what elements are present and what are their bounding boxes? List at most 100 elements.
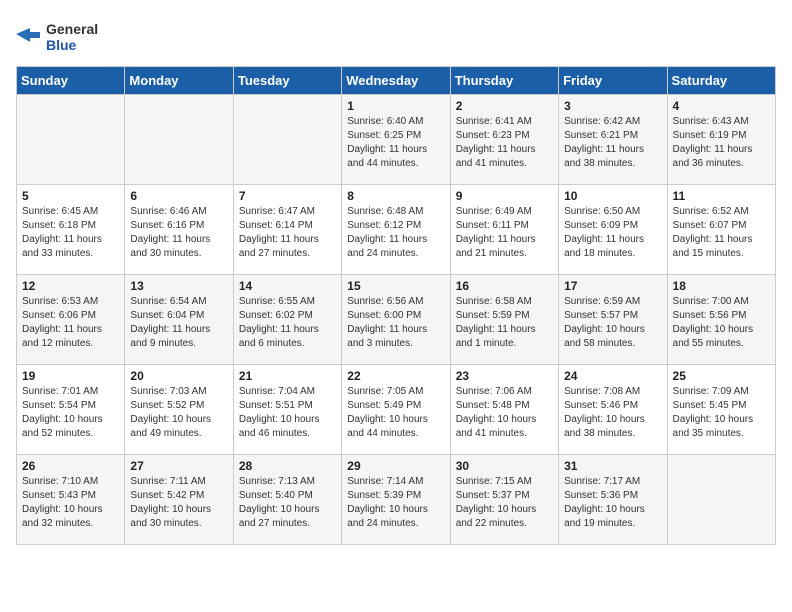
calendar-cell bbox=[233, 95, 341, 185]
day-number: 16 bbox=[456, 279, 553, 293]
calendar-cell: 14Sunrise: 6:55 AM Sunset: 6:02 PM Dayli… bbox=[233, 275, 341, 365]
calendar-cell: 26 Sunrise: 7:10 AM Sunset: 5:43 PM Dayli… bbox=[17, 455, 125, 545]
calendar-cell: 27 Sunrise: 7:11 AM Sunset: 5:42 PM Dayli… bbox=[125, 455, 233, 545]
day-info: Sunrise: 6:59 AM Sunset: 5:57 PM Dayligh… bbox=[564, 295, 661, 351]
svg-text:Blue: Blue bbox=[46, 37, 77, 53]
day-number: 23 bbox=[456, 369, 553, 383]
day-number: 5 bbox=[22, 189, 119, 203]
day-number: 2 bbox=[456, 99, 553, 113]
day-info: Sunrise: 7:08 AM Sunset: 5:46 PM Dayligh… bbox=[564, 385, 661, 441]
day-info: Sunrise: 6:41 AM Sunset: 6:23 PM Dayligh… bbox=[456, 115, 553, 171]
calendar-cell: 10 Sunrise: 6:50 AM Sunset: 6:09 PM Dayli… bbox=[559, 185, 667, 275]
day-number: 1 bbox=[347, 99, 444, 113]
day-info: Sunrise: 6:53 AM Sunset: 6:06 PM Dayligh… bbox=[22, 295, 119, 351]
day-number: 29 bbox=[347, 459, 444, 473]
weekday-header-tuesday: Tuesday bbox=[233, 67, 341, 95]
day-number: 25 bbox=[673, 369, 770, 383]
calendar-cell: 17 Sunrise: 6:59 AM Sunset: 5:57 PM Dayli… bbox=[559, 275, 667, 365]
day-info: Sunrise: 7:00 AM Sunset: 5:56 PM Dayligh… bbox=[673, 295, 770, 351]
day-number: 17 bbox=[564, 279, 661, 293]
day-info: Sunrise: 7:05 AM Sunset: 5:49 PM Dayligh… bbox=[347, 385, 444, 441]
day-info: Sunrise: 6:47 AM Sunset: 6:14 PM Dayligh… bbox=[239, 205, 336, 261]
day-number: 26 bbox=[22, 459, 119, 473]
calendar-cell: 11Sunrise: 6:52 AM Sunset: 6:07 PM Dayli… bbox=[667, 185, 775, 275]
weekday-header-friday: Friday bbox=[559, 67, 667, 95]
weekday-header-thursday: Thursday bbox=[450, 67, 558, 95]
day-number: 18 bbox=[673, 279, 770, 293]
day-number: 8 bbox=[347, 189, 444, 203]
calendar-cell: 24 Sunrise: 7:08 AM Sunset: 5:46 PM Dayli… bbox=[559, 365, 667, 455]
day-info: Sunrise: 6:40 AM Sunset: 6:25 PM Dayligh… bbox=[347, 115, 444, 171]
day-number: 28 bbox=[239, 459, 336, 473]
calendar-cell: 3 Sunrise: 6:42 AM Sunset: 6:21 PM Daylig… bbox=[559, 95, 667, 185]
day-info: Sunrise: 6:46 AM Sunset: 6:16 PM Dayligh… bbox=[130, 205, 227, 261]
day-info: Sunrise: 7:01 AM Sunset: 5:54 PM Dayligh… bbox=[22, 385, 119, 441]
day-info: Sunrise: 6:43 AM Sunset: 6:19 PM Dayligh… bbox=[673, 115, 770, 171]
day-info: Sunrise: 6:50 AM Sunset: 6:09 PM Dayligh… bbox=[564, 205, 661, 261]
weekday-header-monday: Monday bbox=[125, 67, 233, 95]
day-number: 31 bbox=[564, 459, 661, 473]
day-info: Sunrise: 7:14 AM Sunset: 5:39 PM Dayligh… bbox=[347, 475, 444, 531]
day-info: Sunrise: 7:10 AM Sunset: 5:43 PM Dayligh… bbox=[22, 475, 119, 531]
calendar-cell: 29 Sunrise: 7:14 AM Sunset: 5:39 PM Dayli… bbox=[342, 455, 450, 545]
day-number: 24 bbox=[564, 369, 661, 383]
day-number: 10 bbox=[564, 189, 661, 203]
calendar-cell: 18 Sunrise: 7:00 AM Sunset: 5:56 PM Dayli… bbox=[667, 275, 775, 365]
day-number: 27 bbox=[130, 459, 227, 473]
calendar-cell: 19Sunrise: 7:01 AM Sunset: 5:54 PM Dayli… bbox=[17, 365, 125, 455]
day-number: 15 bbox=[347, 279, 444, 293]
calendar-cell: 13 Sunrise: 6:54 AM Sunset: 6:04 PM Dayli… bbox=[125, 275, 233, 365]
day-info: Sunrise: 7:11 AM Sunset: 5:42 PM Dayligh… bbox=[130, 475, 227, 531]
weekday-header-saturday: Saturday bbox=[667, 67, 775, 95]
day-info: Sunrise: 7:04 AM Sunset: 5:51 PM Dayligh… bbox=[239, 385, 336, 441]
calendar-cell: 8Sunrise: 6:48 AM Sunset: 6:12 PM Daylig… bbox=[342, 185, 450, 275]
day-number: 3 bbox=[564, 99, 661, 113]
day-info: Sunrise: 6:56 AM Sunset: 6:00 PM Dayligh… bbox=[347, 295, 444, 351]
logo: GeneralBlue bbox=[16, 16, 106, 54]
day-number: 7 bbox=[239, 189, 336, 203]
calendar-cell: 22 Sunrise: 7:05 AM Sunset: 5:49 PM Dayli… bbox=[342, 365, 450, 455]
day-number: 11 bbox=[673, 189, 770, 203]
day-info: Sunrise: 6:45 AM Sunset: 6:18 PM Dayligh… bbox=[22, 205, 119, 261]
weekday-header-wednesday: Wednesday bbox=[342, 67, 450, 95]
svg-text:General: General bbox=[46, 21, 98, 37]
calendar-cell: 25 Sunrise: 7:09 AM Sunset: 5:45 PM Dayli… bbox=[667, 365, 775, 455]
calendar-cell: 5 Sunrise: 6:45 AM Sunset: 6:18 PM Daylig… bbox=[17, 185, 125, 275]
logo-svg: GeneralBlue bbox=[16, 16, 106, 54]
calendar-week-row: 1 Sunrise: 6:40 AM Sunset: 6:25 PM Daylig… bbox=[17, 95, 776, 185]
day-info: Sunrise: 7:09 AM Sunset: 5:45 PM Dayligh… bbox=[673, 385, 770, 441]
calendar-week-row: 19Sunrise: 7:01 AM Sunset: 5:54 PM Dayli… bbox=[17, 365, 776, 455]
calendar-cell: 2 Sunrise: 6:41 AM Sunset: 6:23 PM Daylig… bbox=[450, 95, 558, 185]
day-number: 12 bbox=[22, 279, 119, 293]
day-info: Sunrise: 7:03 AM Sunset: 5:52 PM Dayligh… bbox=[130, 385, 227, 441]
calendar-cell bbox=[125, 95, 233, 185]
calendar-cell: 6Sunrise: 6:46 AM Sunset: 6:16 PM Daylig… bbox=[125, 185, 233, 275]
day-number: 9 bbox=[456, 189, 553, 203]
day-number: 13 bbox=[130, 279, 227, 293]
day-number: 14 bbox=[239, 279, 336, 293]
day-number: 30 bbox=[456, 459, 553, 473]
day-info: Sunrise: 7:17 AM Sunset: 5:36 PM Dayligh… bbox=[564, 475, 661, 531]
calendar-week-row: 12 Sunrise: 6:53 AM Sunset: 6:06 PM Dayli… bbox=[17, 275, 776, 365]
calendar-cell: 23 Sunrise: 7:06 AM Sunset: 5:48 PM Dayli… bbox=[450, 365, 558, 455]
day-info: Sunrise: 7:06 AM Sunset: 5:48 PM Dayligh… bbox=[456, 385, 553, 441]
calendar-table: SundayMondayTuesdayWednesdayThursdayFrid… bbox=[16, 66, 776, 545]
weekday-header-sunday: Sunday bbox=[17, 67, 125, 95]
calendar-cell: 21Sunrise: 7:04 AM Sunset: 5:51 PM Dayli… bbox=[233, 365, 341, 455]
day-info: Sunrise: 6:58 AM Sunset: 5:59 PM Dayligh… bbox=[456, 295, 553, 351]
day-info: Sunrise: 6:54 AM Sunset: 6:04 PM Dayligh… bbox=[130, 295, 227, 351]
calendar-cell: 7 Sunrise: 6:47 AM Sunset: 6:14 PM Daylig… bbox=[233, 185, 341, 275]
day-number: 4 bbox=[673, 99, 770, 113]
calendar-cell: 30Sunrise: 7:15 AM Sunset: 5:37 PM Dayli… bbox=[450, 455, 558, 545]
day-number: 22 bbox=[347, 369, 444, 383]
calendar-cell: 12 Sunrise: 6:53 AM Sunset: 6:06 PM Dayli… bbox=[17, 275, 125, 365]
calendar-cell: 9Sunrise: 6:49 AM Sunset: 6:11 PM Daylig… bbox=[450, 185, 558, 275]
calendar-cell: 16 Sunrise: 6:58 AM Sunset: 5:59 PM Dayli… bbox=[450, 275, 558, 365]
calendar-week-row: 26 Sunrise: 7:10 AM Sunset: 5:43 PM Dayli… bbox=[17, 455, 776, 545]
page-header: GeneralBlue bbox=[16, 16, 776, 54]
day-info: Sunrise: 6:42 AM Sunset: 6:21 PM Dayligh… bbox=[564, 115, 661, 171]
day-number: 20 bbox=[130, 369, 227, 383]
calendar-cell bbox=[17, 95, 125, 185]
calendar-cell: 20 Sunrise: 7:03 AM Sunset: 5:52 PM Dayli… bbox=[125, 365, 233, 455]
calendar-cell: 15 Sunrise: 6:56 AM Sunset: 6:00 PM Dayli… bbox=[342, 275, 450, 365]
